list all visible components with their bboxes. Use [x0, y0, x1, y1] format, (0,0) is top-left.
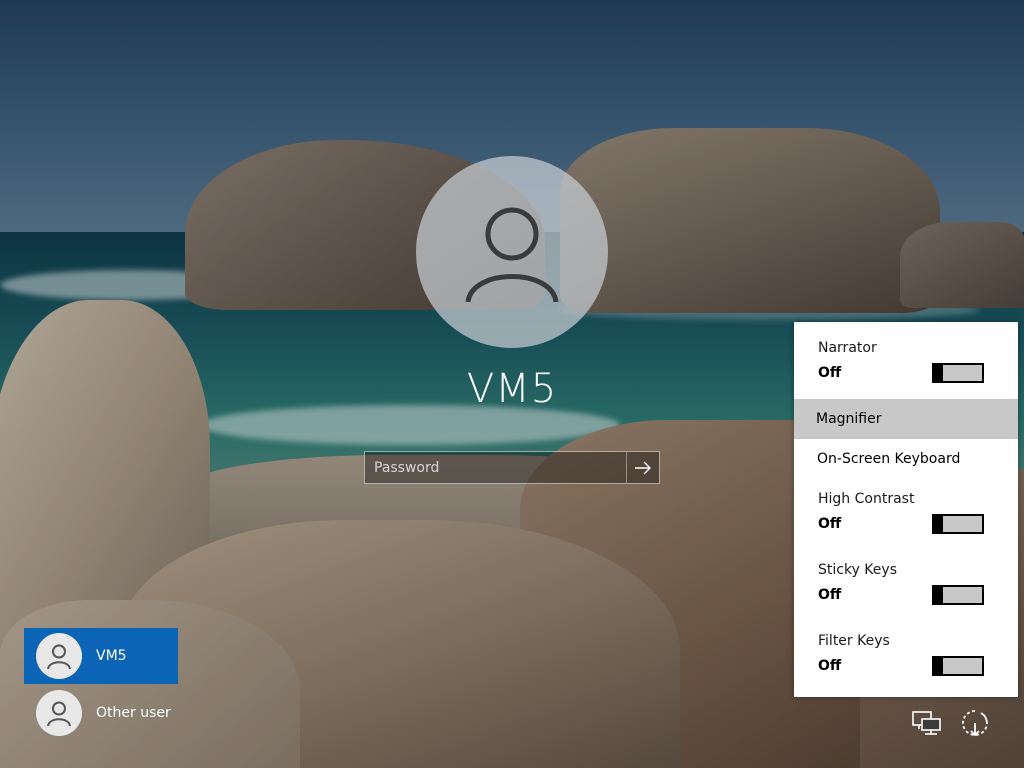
onscreen-keyboard-item[interactable]: On-Screen Keyboard — [794, 439, 1018, 479]
network-button[interactable] — [910, 706, 944, 740]
password-box — [364, 451, 660, 484]
filter-keys-setting: Filter Keys Off — [794, 633, 1018, 693]
filter-keys-label: Filter Keys — [818, 633, 890, 649]
sticky-keys-toggle[interactable] — [932, 585, 984, 605]
user-icon — [47, 644, 71, 669]
user-avatar — [36, 633, 82, 679]
power-icon — [962, 710, 988, 737]
sticky-keys-setting: Sticky Keys Off — [794, 562, 1018, 622]
narrator-label: Narrator — [818, 340, 877, 356]
sticky-keys-state: Off — [818, 587, 842, 603]
ease-of-access-button[interactable] — [958, 706, 992, 740]
username-title: VM5 — [466, 366, 558, 412]
user-tile-vm5[interactable]: VM5 — [24, 628, 178, 684]
high-contrast-toggle[interactable] — [932, 514, 984, 534]
user-icon — [465, 207, 559, 302]
submit-button[interactable] — [626, 452, 659, 483]
magnifier-item[interactable]: Magnifier — [794, 399, 1018, 439]
user-tile-label: Other user — [96, 705, 171, 721]
narrator-toggle[interactable] — [932, 363, 984, 383]
user-icon — [47, 701, 71, 726]
high-contrast-label: High Contrast — [818, 491, 915, 507]
ease-of-access-flyout: Narrator Off Magnifier On-Screen Keyboar… — [794, 322, 1018, 697]
sticky-keys-label: Sticky Keys — [818, 562, 897, 578]
user-tile-label: VM5 — [96, 648, 127, 664]
network-icon — [912, 711, 941, 735]
high-contrast-state: Off — [818, 516, 842, 532]
narrator-state: Off — [818, 365, 842, 381]
user-avatar-large — [416, 156, 608, 348]
filter-keys-state: Off — [818, 658, 842, 674]
arrow-right-icon — [635, 461, 651, 474]
user-tile-other-user[interactable]: Other user — [24, 685, 178, 741]
user-avatar — [36, 690, 82, 736]
high-contrast-setting: High Contrast Off — [794, 491, 1018, 551]
filter-keys-toggle[interactable] — [932, 656, 984, 676]
narrator-setting: Narrator Off — [794, 340, 1018, 400]
password-input[interactable] — [365, 452, 626, 483]
